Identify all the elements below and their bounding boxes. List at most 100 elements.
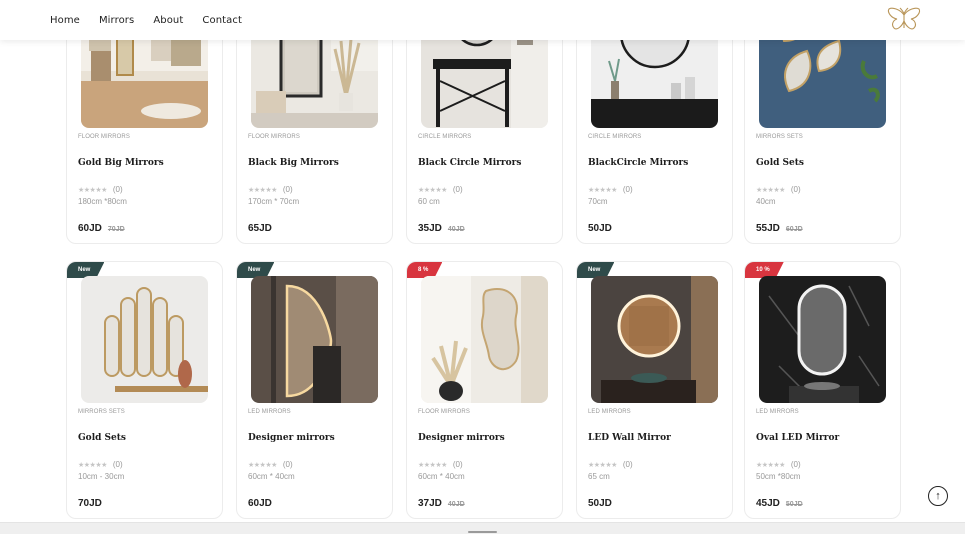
nav-about[interactable]: About xyxy=(153,15,183,26)
old-price: 50JD xyxy=(785,501,803,508)
review-count: (0) xyxy=(452,460,463,469)
nav-home[interactable]: Home xyxy=(50,15,80,26)
product-rating: ★★★★★ (0) xyxy=(78,185,123,194)
product-size: 60cm * 40cm xyxy=(418,472,465,481)
product-card[interactable]: New LED MIRRORS LED Wall Mirror ★★★★★ (0… xyxy=(576,261,733,519)
review-count: (0) xyxy=(282,460,293,469)
product-rating: ★★★★★ (0) xyxy=(756,185,801,194)
product-price: 50JD xyxy=(588,223,618,234)
current-price: 70JD xyxy=(78,498,102,509)
star-rating-icon: ★★★★★ xyxy=(756,186,785,194)
product-title[interactable]: Gold Big Mirrors xyxy=(78,158,164,168)
product-card[interactable]: New MIRRORS SETS Gold Sets ★★★★★ (0) 10c… xyxy=(66,261,223,519)
product-card[interactable]: 8 % FLOOR MIRRORS Designer mirrors ★★★★★… xyxy=(406,261,563,519)
star-rating-icon: ★★★★★ xyxy=(248,461,277,469)
product-title[interactable]: Oval LED Mirror xyxy=(756,433,839,443)
product-size: 10cm - 30cm xyxy=(78,472,125,481)
product-category: MIRRORS SETS xyxy=(78,409,125,415)
product-card[interactable]: 10 % LED MIRRORS Oval LED Mirror ★★★★★ (… xyxy=(744,261,901,519)
product-size: 170cm * 70cm xyxy=(248,197,300,206)
product-title[interactable]: LED Wall Mirror xyxy=(588,433,671,443)
product-price: 60JD xyxy=(248,498,278,509)
product-size: 50cm *80cm xyxy=(756,472,801,481)
bottom-bar xyxy=(0,522,965,534)
review-count: (0) xyxy=(622,460,633,469)
star-rating-icon: ★★★★★ xyxy=(418,186,447,194)
product-price: 35JD 40JD xyxy=(418,223,465,234)
product-title[interactable]: Designer mirrors xyxy=(248,433,335,443)
product-price: 65JD xyxy=(248,223,278,234)
product-price: 60JD 70JD xyxy=(78,223,125,234)
star-rating-icon: ★★★★★ xyxy=(756,461,785,469)
product-rating: ★★★★★ (0) xyxy=(756,460,801,469)
product-size: 60cm * 40cm xyxy=(248,472,295,481)
product-rating: ★★★★★ (0) xyxy=(248,460,293,469)
product-category: FLOOR MIRRORS xyxy=(418,409,470,415)
product-category: LED MIRRORS xyxy=(248,409,291,415)
product-price: 37JD 40JD xyxy=(418,498,465,509)
product-category: FLOOR MIRRORS xyxy=(248,134,300,140)
product-rating: ★★★★★ (0) xyxy=(248,185,293,194)
star-rating-icon: ★★★★★ xyxy=(78,186,107,194)
product-category: MIRRORS SETS xyxy=(756,134,803,140)
current-price: 37JD xyxy=(418,498,442,509)
product-size: 40cm xyxy=(756,197,776,206)
review-count: (0) xyxy=(452,185,463,194)
review-count: (0) xyxy=(112,185,123,194)
product-rating: ★★★★★ (0) xyxy=(588,460,633,469)
product-price: 45JD 50JD xyxy=(756,498,803,509)
product-image[interactable] xyxy=(421,276,548,403)
product-image[interactable] xyxy=(251,276,378,403)
old-price: 70JD xyxy=(107,226,125,233)
old-price: 40JD xyxy=(447,501,465,508)
star-rating-icon: ★★★★★ xyxy=(78,461,107,469)
product-category: CIRCLE MIRRORS xyxy=(418,134,472,140)
drag-handle[interactable] xyxy=(468,531,497,533)
product-card[interactable]: New LED MIRRORS Designer mirrors ★★★★★ (… xyxy=(236,261,393,519)
product-image[interactable] xyxy=(591,276,718,403)
butterfly-icon[interactable] xyxy=(886,6,922,34)
product-category: CIRCLE MIRRORS xyxy=(588,134,642,140)
review-count: (0) xyxy=(112,460,123,469)
nav-mirrors[interactable]: Mirrors xyxy=(99,15,134,26)
product-category: FLOOR MIRRORS xyxy=(78,134,130,140)
review-count: (0) xyxy=(622,185,633,194)
product-price: 70JD xyxy=(78,498,108,509)
old-price: 40JD xyxy=(447,226,465,233)
current-price: 55JD xyxy=(756,223,780,234)
product-rating: ★★★★★ (0) xyxy=(418,185,463,194)
current-price: 35JD xyxy=(418,223,442,234)
product-rating: ★★★★★ (0) xyxy=(418,460,463,469)
product-grid: FLOOR MIRRORS Gold Big Mirrors ★★★★★ (0)… xyxy=(0,0,965,534)
product-category: LED MIRRORS xyxy=(756,409,799,415)
product-image[interactable] xyxy=(81,276,208,403)
current-price: 60JD xyxy=(248,498,272,509)
review-count: (0) xyxy=(790,460,801,469)
product-title[interactable]: Black Circle Mirrors xyxy=(418,158,521,168)
review-count: (0) xyxy=(790,185,801,194)
current-price: 60JD xyxy=(78,223,102,234)
site-header: Home Mirrors About Contact xyxy=(0,0,965,40)
star-rating-icon: ★★★★★ xyxy=(248,186,277,194)
product-size: 70cm xyxy=(588,197,608,206)
current-price: 45JD xyxy=(756,498,780,509)
star-rating-icon: ★★★★★ xyxy=(588,186,617,194)
nav-contact[interactable]: Contact xyxy=(202,15,242,26)
star-rating-icon: ★★★★★ xyxy=(588,461,617,469)
current-price: 50JD xyxy=(588,498,612,509)
product-title[interactable]: Gold Sets xyxy=(756,158,804,168)
product-image[interactable] xyxy=(759,276,886,403)
product-title[interactable]: Designer mirrors xyxy=(418,433,505,443)
arrow-up-icon[interactable]: ↑ xyxy=(928,486,948,506)
product-size: 65 cm xyxy=(588,472,610,481)
product-price: 50JD xyxy=(588,498,618,509)
product-title[interactable]: BlackCircle Mirrors xyxy=(588,158,688,168)
current-price: 50JD xyxy=(588,223,612,234)
current-price: 65JD xyxy=(248,223,272,234)
product-rating: ★★★★★ (0) xyxy=(588,185,633,194)
product-title[interactable]: Gold Sets xyxy=(78,433,126,443)
review-count: (0) xyxy=(282,185,293,194)
product-title[interactable]: Black Big Mirrors xyxy=(248,158,339,168)
product-rating: ★★★★★ (0) xyxy=(78,460,123,469)
old-price: 60JD xyxy=(785,226,803,233)
